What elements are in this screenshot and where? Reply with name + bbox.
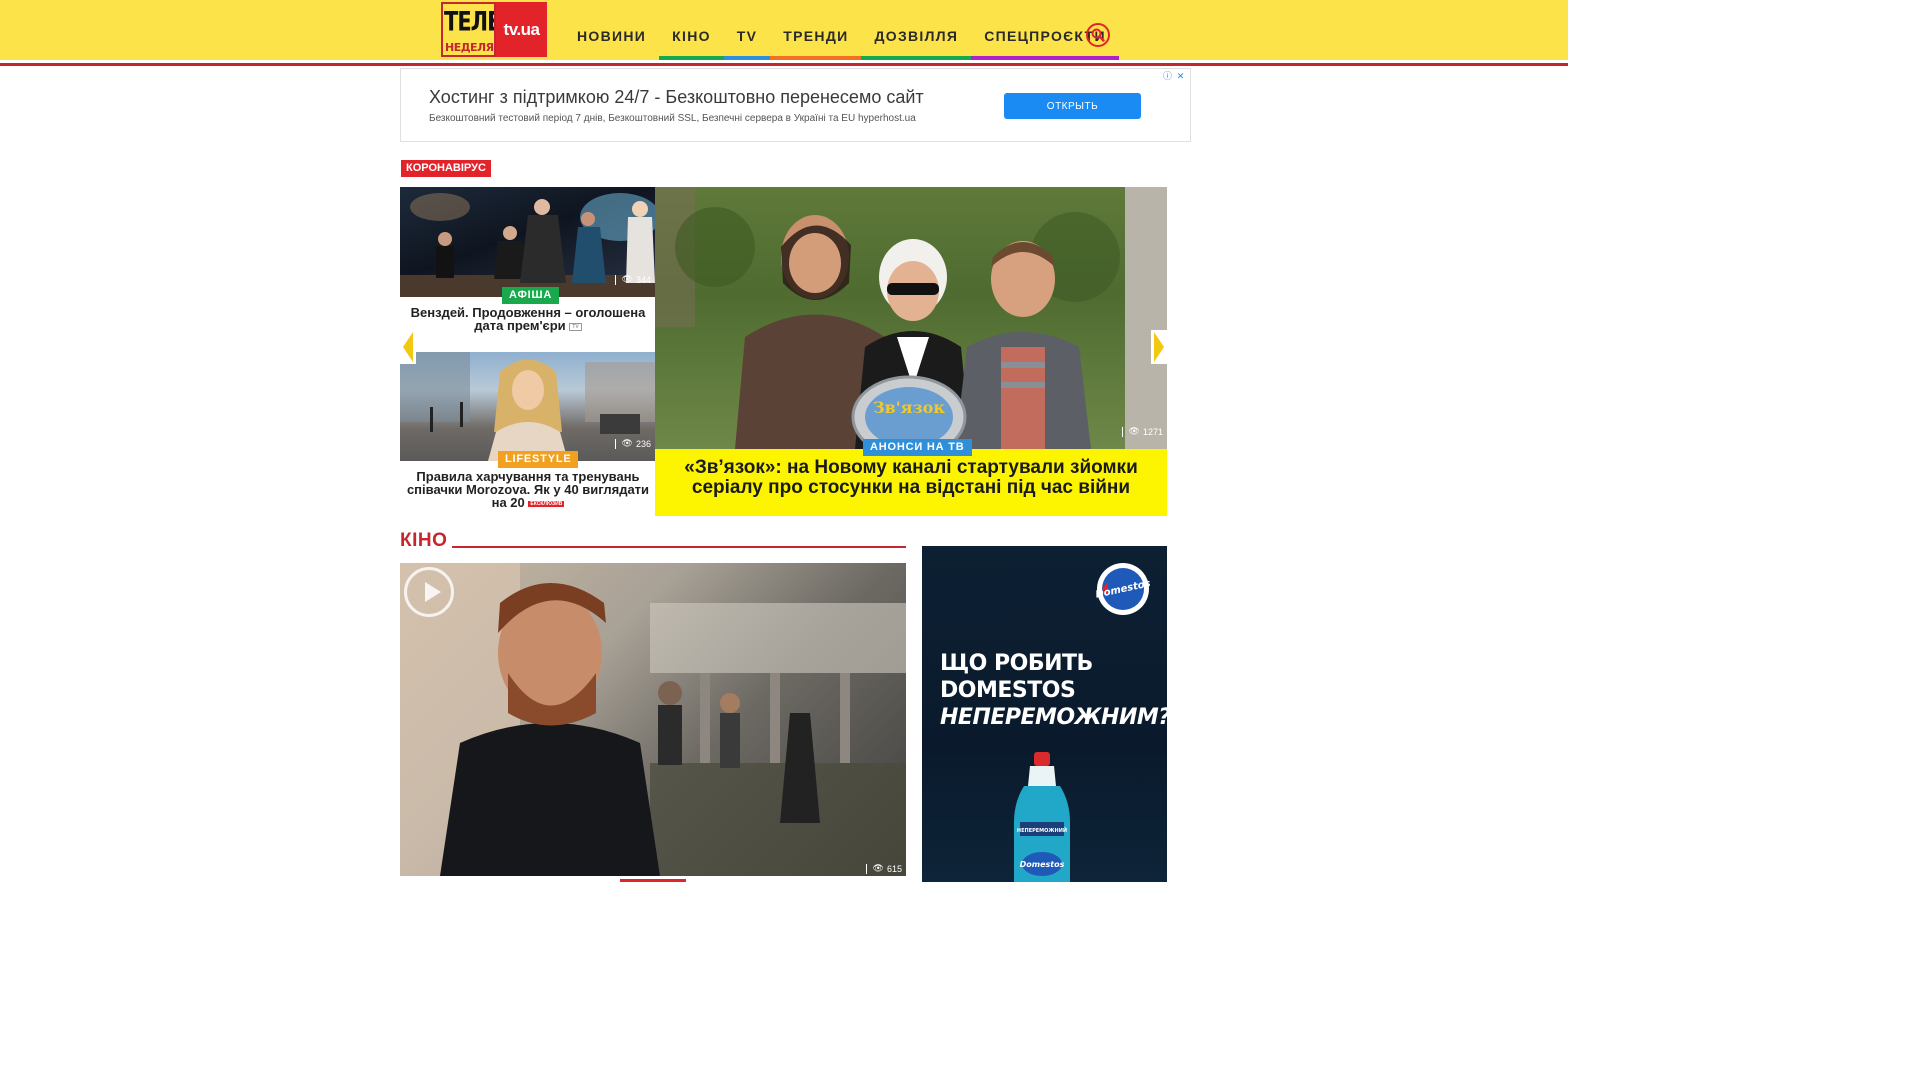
views-counter: 👁 236 bbox=[614, 438, 651, 449]
views-count: 615 bbox=[886, 863, 902, 874]
card-title-morozova[interactable]: Правила харчування та тренувань співачки… bbox=[405, 470, 651, 509]
nav-item-trends[interactable]: ТРЕНДИ bbox=[770, 14, 862, 60]
views-count: 236 bbox=[635, 438, 651, 449]
category-badge-afisha[interactable]: АФІША bbox=[502, 287, 560, 304]
sign-text: Зв'язок bbox=[873, 398, 945, 417]
ad-controls: ⓘ ✕ bbox=[1162, 71, 1186, 82]
header-red-line bbox=[0, 63, 1568, 66]
main-nav: НОВИНИ КІНО TV ТРЕНДИ ДОЗВІЛЛЯ СПЕЦПРОЄК… bbox=[564, 14, 1119, 60]
bottle-brand-text: Domestos bbox=[1020, 860, 1065, 869]
nav-label: ТРЕНДИ bbox=[783, 28, 849, 44]
views-count: 1271 bbox=[1142, 426, 1163, 437]
ad-subtitle: Безкоштовний тестовий період 7 днів, Без… bbox=[429, 113, 916, 124]
nav-item-leisure[interactable]: ДОЗВІЛЛЯ bbox=[861, 14, 972, 60]
eye-icon: 👁 bbox=[872, 863, 884, 873]
card-title-text: Венздей. Продовження – оголошена дата пр… bbox=[410, 305, 646, 333]
kino-badge-stub bbox=[620, 879, 686, 882]
featured-caption[interactable]: «Зв’язок»: на Новому каналі стартували з… bbox=[655, 449, 1167, 516]
ad-open-button[interactable]: ОТКРЫТЬ bbox=[1004, 93, 1141, 119]
domestos-bottle: НЕПЕРЕМОЖНИЙ Domestos bbox=[1014, 752, 1070, 882]
slider-next-button[interactable] bbox=[1151, 330, 1167, 364]
card-title-wednesday[interactable]: Венздей. Продовження – оголошена дата пр… bbox=[405, 306, 651, 332]
nav-item-news[interactable]: НОВИНИ bbox=[564, 14, 660, 60]
mini-tag-tv: TV bbox=[569, 322, 582, 331]
site-header: ТЕЛЕ НЕДЕЛЯ tv.ua НОВИНИ КІНО TV ТРЕНДИ … bbox=[0, 0, 1568, 60]
logo-tele-text: ТЕЛЕ bbox=[444, 6, 496, 37]
top-ad-banner[interactable]: Хостинг з підтримкою 24/7 - Безкоштовно … bbox=[400, 68, 1191, 142]
close-icon[interactable]: ✕ bbox=[1175, 71, 1186, 82]
tvua-logo: tv.ua bbox=[496, 2, 547, 57]
nav-label: TV bbox=[736, 28, 758, 44]
section-heading-line bbox=[452, 546, 906, 548]
card-image-morozova[interactable]: 👁 236 bbox=[400, 352, 655, 461]
featured-photo: Зв'язок bbox=[655, 187, 1167, 449]
category-badge-tv-announce[interactable]: АНОНСИ НА ТВ bbox=[863, 439, 972, 456]
featured-title[interactable]: «Зв’язок»: на Новому каналі стартували з… bbox=[655, 458, 1167, 498]
side-ad-line1: ЩО РОБИТЬ bbox=[940, 651, 1093, 676]
logo-nedelya-text: НЕДЕЛЯ bbox=[445, 41, 494, 54]
nav-label: ДОЗВІЛЛЯ bbox=[874, 28, 959, 44]
views-counter: 👁 1271 bbox=[1121, 426, 1163, 437]
side-ad-line2: DOMESTOS bbox=[940, 678, 1076, 703]
ad-title[interactable]: Хостинг з підтримкою 24/7 - Безкоштовно … bbox=[429, 87, 924, 108]
logo-tvua-text: tv.ua bbox=[503, 19, 540, 39]
eye-icon: 👁 bbox=[1128, 426, 1140, 436]
slider-prev-button[interactable] bbox=[400, 330, 416, 364]
nav-label: КІНО bbox=[672, 28, 711, 44]
site-logo[interactable]: ТЕЛЕ НЕДЕЛЯ tv.ua bbox=[441, 2, 547, 57]
kino-photo bbox=[400, 563, 906, 876]
search-button[interactable] bbox=[1086, 23, 1110, 47]
nav-item-tv[interactable]: TV bbox=[723, 14, 771, 60]
views-counter: 👁 615 bbox=[865, 863, 902, 874]
eye-icon: 👁 bbox=[621, 438, 633, 448]
play-icon[interactable] bbox=[404, 567, 454, 617]
kino-article-image[interactable]: 👁 615 bbox=[400, 563, 906, 876]
views-counter: 👁 344 bbox=[614, 274, 651, 285]
nav-item-kino[interactable]: КІНО bbox=[659, 14, 724, 60]
side-ad-line3: НЕПЕРЕМОЖНИМ? bbox=[940, 705, 1167, 730]
side-ad-banner[interactable]: Domestos ЩО РОБИТЬ DOMESTOS НЕПЕРЕМОЖНИМ… bbox=[922, 546, 1167, 882]
telenedelya-logo: ТЕЛЕ НЕДЕЛЯ bbox=[441, 2, 496, 57]
section-heading-kino[interactable]: КІНО bbox=[400, 530, 447, 552]
eye-icon: 👁 bbox=[621, 274, 633, 284]
bottle-label-text: НЕПЕРЕМОЖНИЙ bbox=[1017, 826, 1067, 834]
nav-label: НОВИНИ bbox=[577, 28, 647, 44]
domestos-logo: Domestos bbox=[1095, 563, 1152, 615]
mini-tag-exclusive: ЕКСКЛЮЗИВ bbox=[528, 500, 565, 507]
search-icon bbox=[1091, 28, 1105, 42]
views-count: 344 bbox=[635, 274, 651, 285]
side-ad-headline: ЩО РОБИТЬ DOMESTOS НЕПЕРЕМОЖНИМ? bbox=[940, 650, 1167, 731]
card-image-wednesday[interactable]: 👁 344 bbox=[400, 187, 655, 297]
adchoices-icon[interactable]: ⓘ bbox=[1162, 71, 1173, 82]
chevron-right-icon bbox=[1154, 332, 1164, 362]
chevron-left-icon bbox=[403, 332, 413, 362]
featured-image[interactable]: Зв'язок 👁 1271 bbox=[655, 187, 1167, 449]
category-badge-lifestyle[interactable]: LIFESTYLE bbox=[498, 451, 579, 468]
topic-tag-coronavirus[interactable]: КОРОНАВІРУС bbox=[401, 160, 491, 177]
